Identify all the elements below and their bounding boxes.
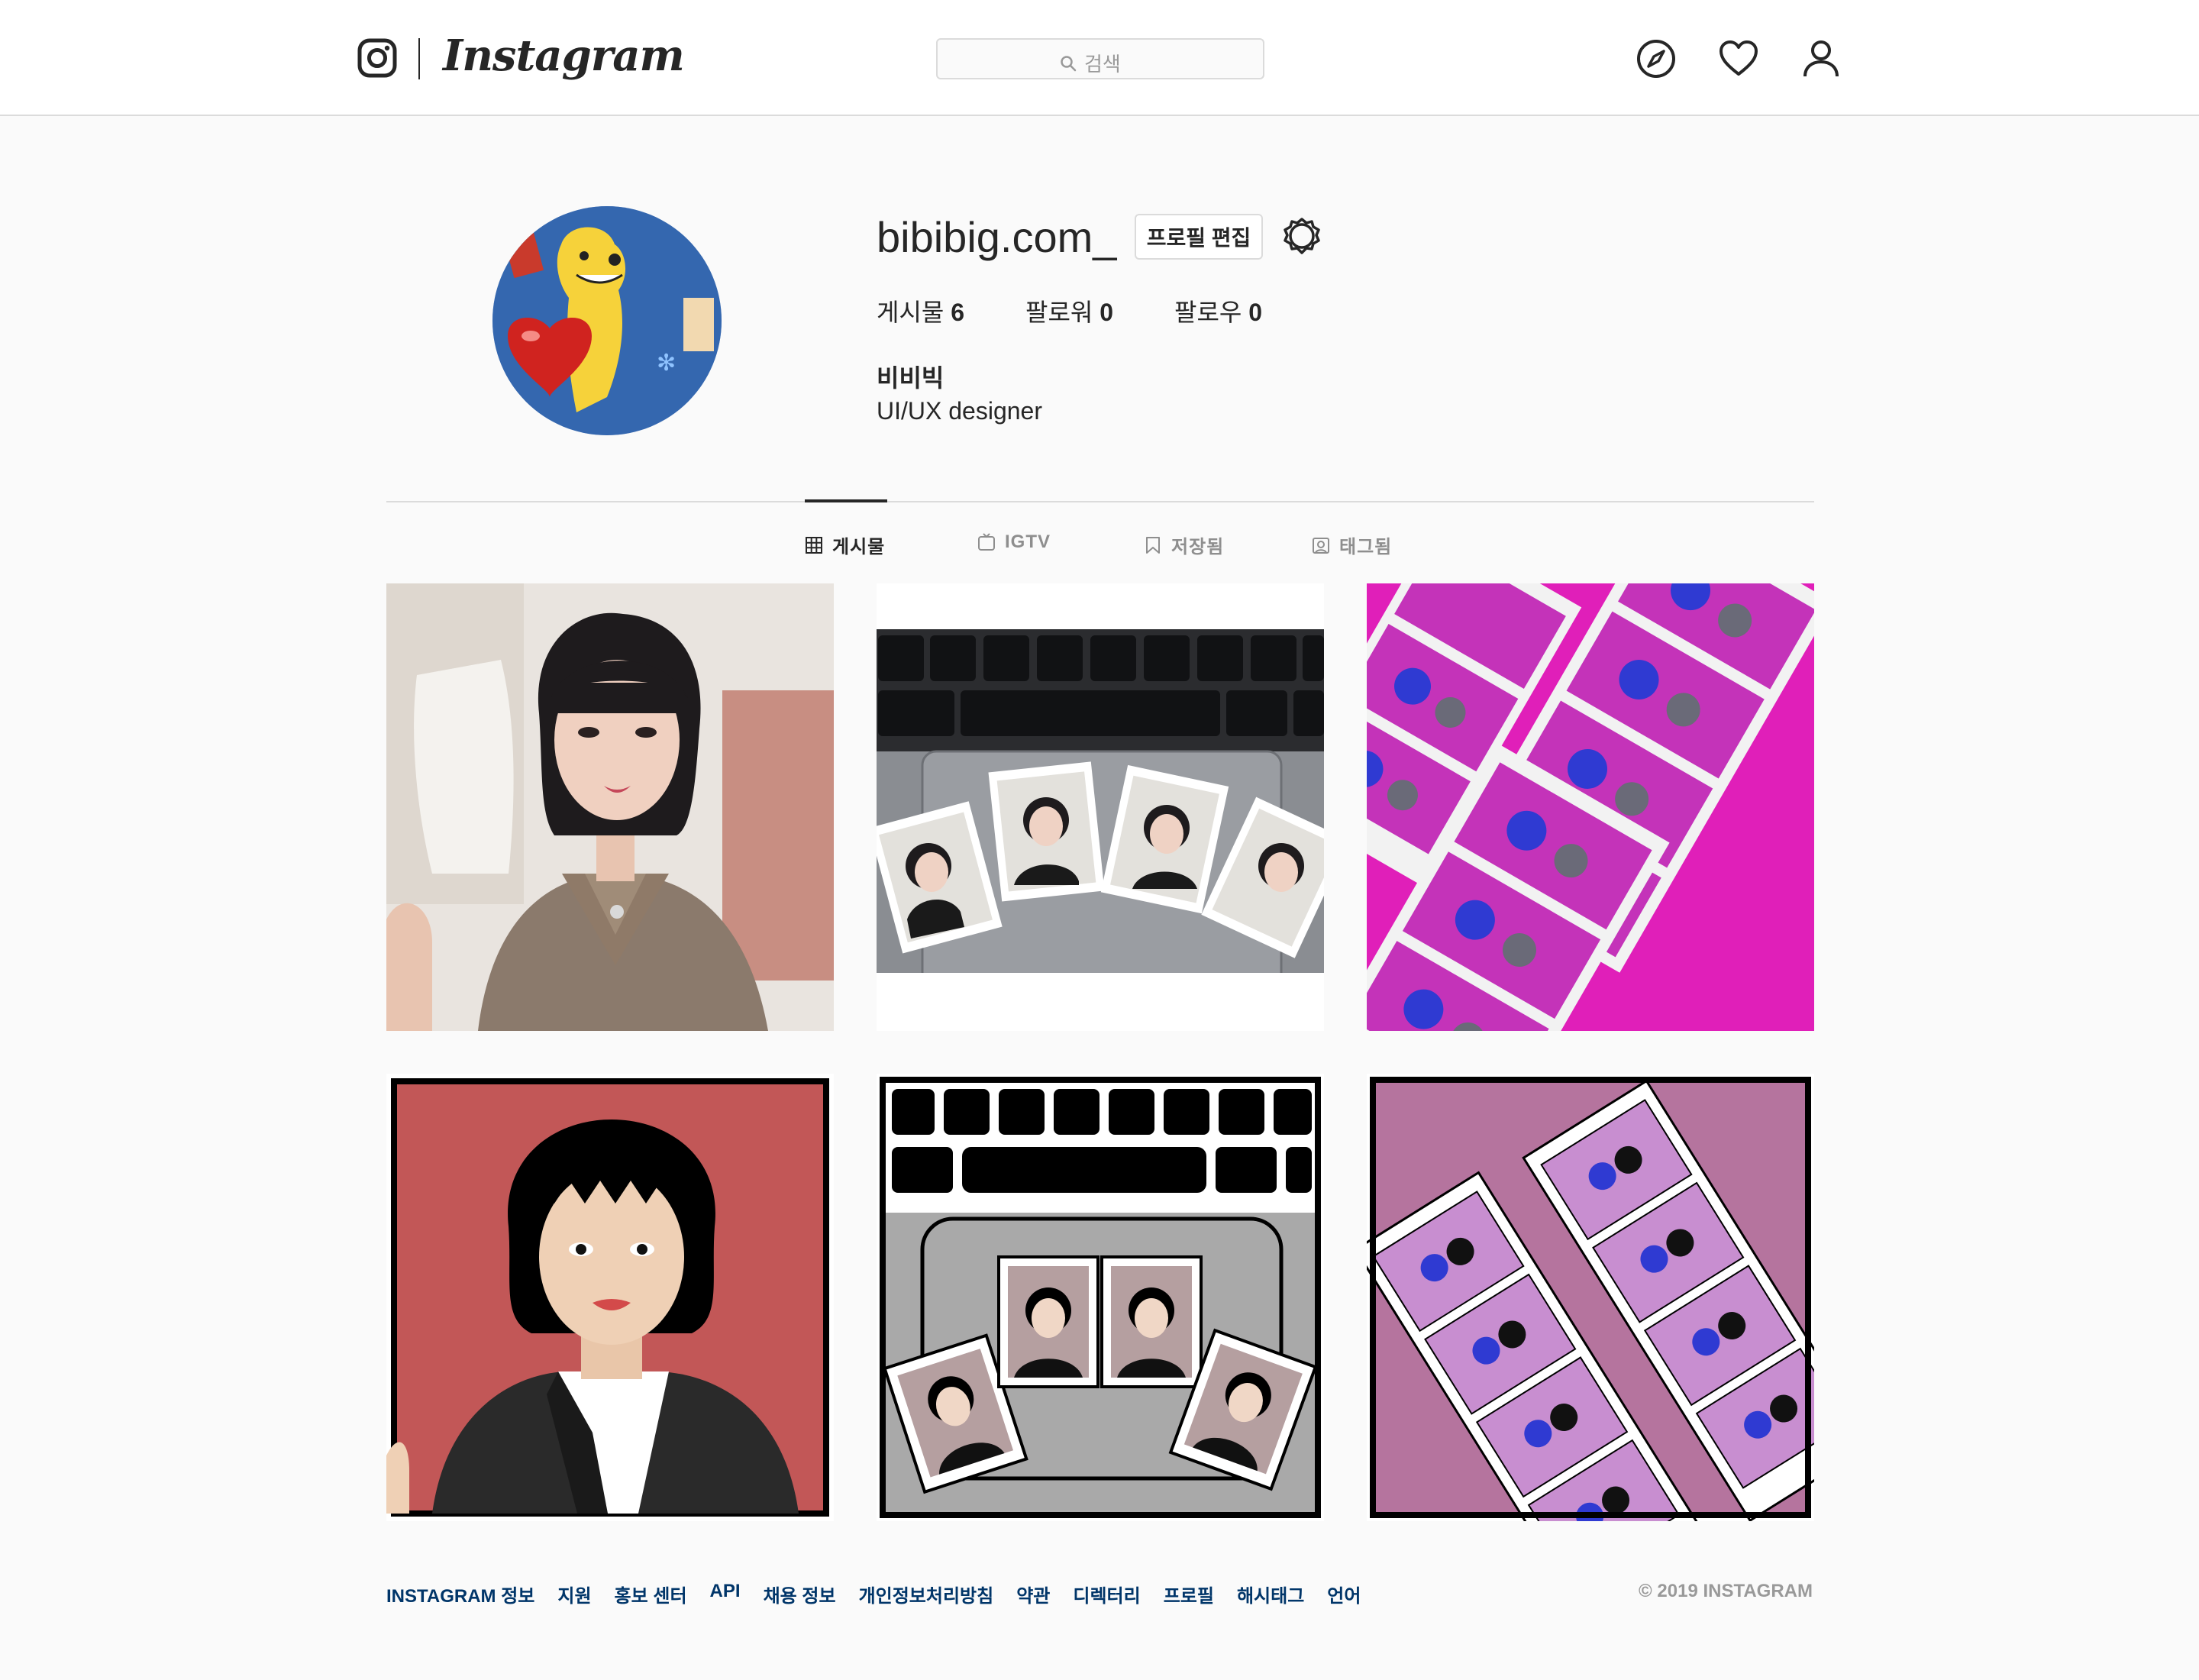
followers-count[interactable]: 팔로워 0 [1025,293,1113,328]
post-illustrated-keyboard[interactable] [877,1074,1324,1521]
tab-posts[interactable]: 게시물 [805,531,885,558]
search-placeholder: 검색 [1084,53,1121,76]
tab-igtv[interactable]: IGTV [977,531,1051,553]
top-nav: Instagram 검색 [0,0,2199,116]
grid-icon [806,536,822,554]
tab-tagged[interactable]: 태그됨 [1312,531,1392,558]
post-illustrated-portrait[interactable] [386,1074,834,1521]
stat-value: 0 [1100,299,1114,326]
search-icon [1061,55,1077,71]
posts-count[interactable]: 게시물 6 [877,293,964,328]
active-tab-indicator [805,499,887,502]
post-keyboard-id-photos[interactable] [877,583,1324,1031]
profile-bio: UI/UX designer [877,397,1042,425]
footer-link-api[interactable]: API [710,1581,741,1607]
stat-label: 팔로워 [1025,299,1093,326]
settings-gear-icon[interactable] [1283,217,1321,255]
footer-links: INSTAGRAM 정보 지원 홍보 센터 API 채용 정보 개인정보처리방침… [386,1581,1361,1607]
footer-link-support[interactable]: 지원 [557,1581,591,1607]
post-image [386,1074,834,1521]
edit-profile-button[interactable]: 프로필 편집 [1135,214,1263,260]
bookmark-icon [1146,536,1160,554]
post-image [1367,1074,1814,1521]
post-image [877,583,1324,1031]
post-image [1367,583,1814,1031]
footer-link-jobs[interactable]: 채용 정보 [764,1581,836,1607]
footer-link-directory[interactable]: 디렉터리 [1073,1581,1140,1607]
post-photo-booth-strips[interactable] [1367,583,1814,1031]
footer-link-press[interactable]: 홍보 센터 [615,1581,687,1607]
post-illustrated-photo-strips[interactable] [1367,1074,1814,1521]
profile-avatar[interactable]: ✻ [492,206,722,435]
heart-icon[interactable] [1718,38,1759,79]
post-selfie-photo[interactable] [386,583,834,1031]
instagram-logo-icon[interactable] [357,38,397,78]
footer-link-about[interactable]: INSTAGRAM 정보 [386,1581,534,1607]
search-input[interactable]: 검색 [936,38,1264,79]
logo-divider [418,38,420,79]
svg-text:✻: ✻ [657,350,676,376]
stat-value: 0 [1248,299,1263,326]
post-image [877,1074,1324,1521]
stat-value: 6 [951,299,965,326]
profile-stats: 게시물 6 팔로워 0 팔로우 0 [877,293,1323,328]
footer-link-language[interactable]: 언어 [1327,1581,1361,1607]
compass-icon[interactable] [1636,38,1677,79]
stat-label: 팔로우 [1174,299,1242,326]
profile-username: bibibig.com_ [877,213,1117,261]
profile-icon[interactable] [1800,38,1842,79]
stat-label: 게시물 [877,299,945,326]
tag-icon [1313,537,1329,554]
tab-label: IGTV [1005,531,1051,552]
footer-link-hashtags[interactable]: 해시태그 [1237,1581,1304,1607]
footer-link-privacy[interactable]: 개인정보처리방침 [859,1581,994,1607]
instagram-wordmark[interactable]: Instagram [443,31,685,81]
footer-link-terms[interactable]: 약관 [1016,1581,1050,1607]
post-image [386,583,834,1031]
tab-label: 태그됨 [1339,537,1393,557]
tab-label: 저장됨 [1171,537,1225,557]
tabs-divider [386,501,1814,502]
tab-saved[interactable]: 저장됨 [1144,531,1224,558]
avatar-image: ✻ [492,206,722,435]
tab-label: 게시물 [832,537,886,557]
following-count[interactable]: 팔로우 0 [1174,293,1262,328]
copyright-text: © 2019 INSTAGRAM [1639,1581,1813,1601]
footer-link-profiles[interactable]: 프로필 [1164,1581,1214,1607]
profile-full-name: 비비빅 [877,364,945,392]
igtv-icon [978,533,995,551]
